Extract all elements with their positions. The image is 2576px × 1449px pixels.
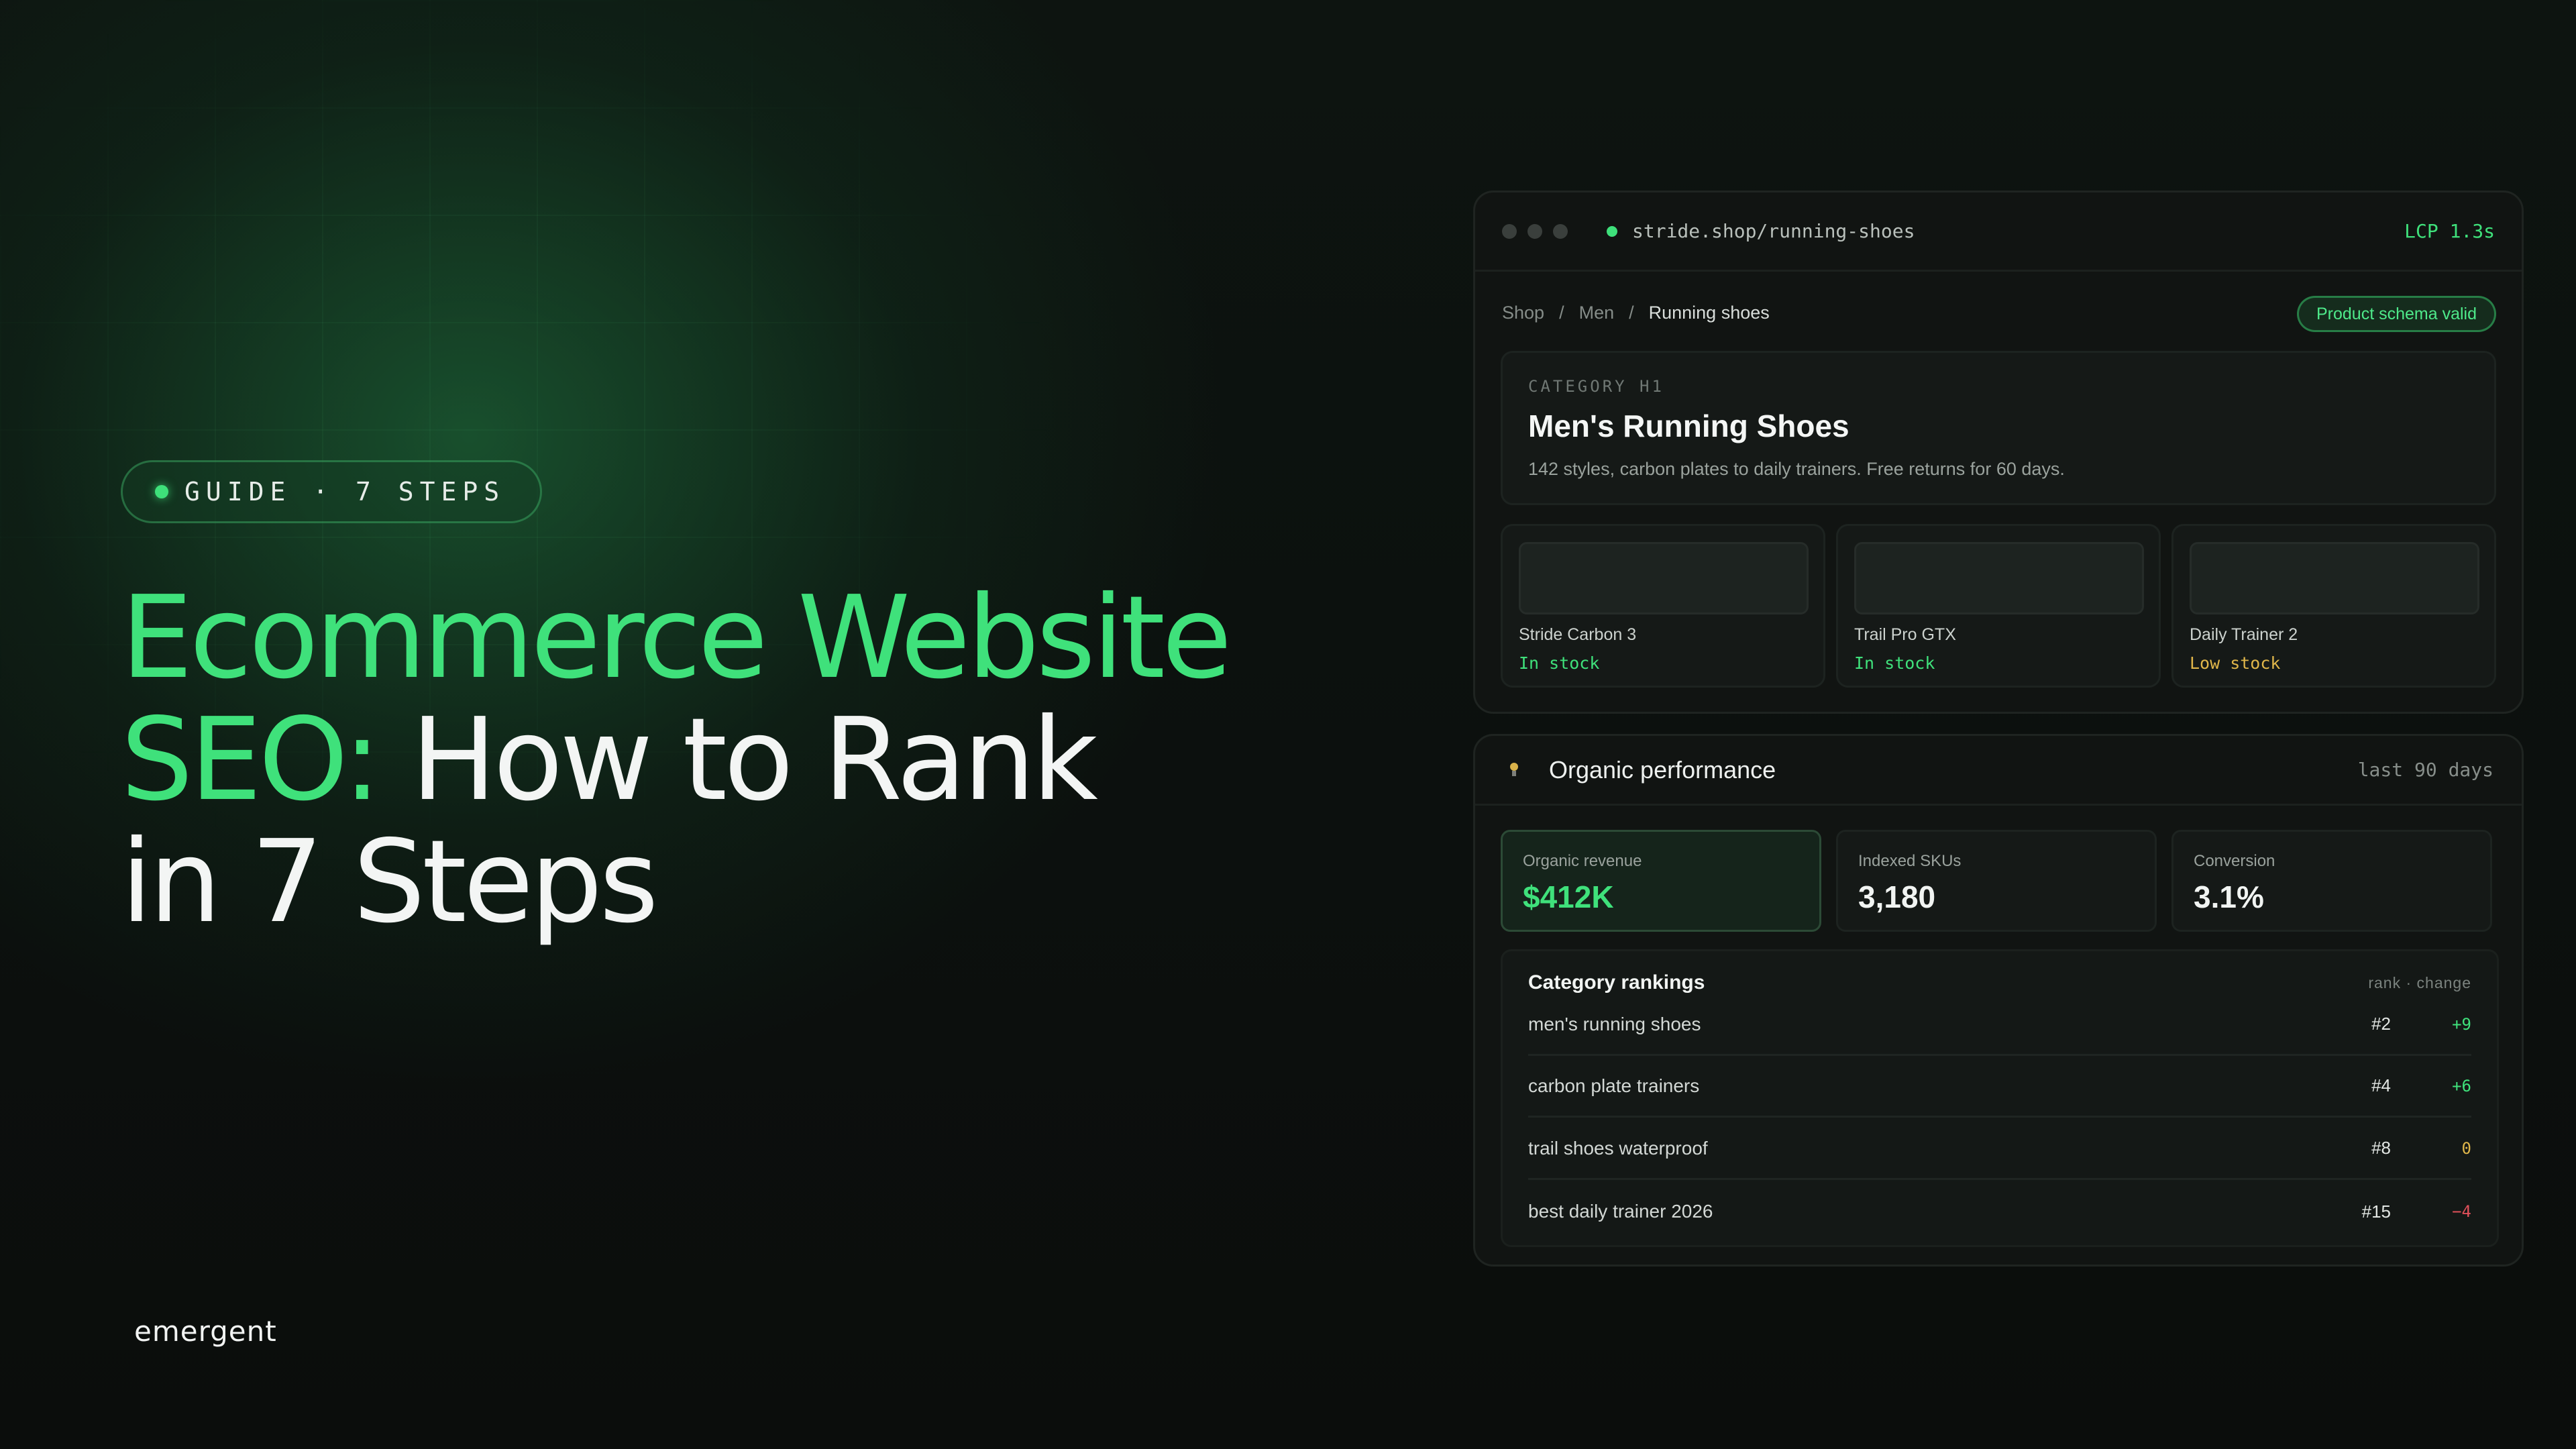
product-card[interactable]: Daily Trainer 2 Low stock (2171, 524, 2496, 688)
table-row[interactable]: best daily trainer 2026 #15 −4 (1528, 1181, 2471, 1242)
schema-status-badge: Product schema valid (2296, 296, 2496, 332)
metric-card-indexed-skus[interactable]: Indexed SKUs 3,180 (1836, 830, 2157, 932)
secure-status-icon (1607, 225, 1617, 237)
product-image-placeholder (2190, 542, 2479, 614)
window-close-icon[interactable] (1502, 223, 1517, 239)
stock-status: In stock (1519, 653, 1600, 673)
metric-card-conversion[interactable]: Conversion 3.1% (2171, 830, 2492, 932)
product-image-placeholder (1854, 542, 2144, 614)
table-row[interactable]: carbon plate trainers #4 +6 (1528, 1056, 2471, 1118)
rank-change: +9 (2452, 1014, 2471, 1034)
badge-label: GUIDE · 7 STEPS (184, 477, 506, 506)
h1-label: CATEGORY H1 (1528, 377, 1664, 396)
keyword: men's running shoes (1528, 1013, 1701, 1034)
stock-status: In stock (1854, 653, 1935, 673)
category-rankings-card: Category rankings rank · change men's ru… (1501, 949, 2499, 1247)
rank-value: #4 (2371, 1075, 2391, 1095)
product-name: Trail Pro GTX (1854, 625, 1956, 644)
breadcrumb-men[interactable]: Men (1579, 303, 1615, 323)
table-row[interactable]: trail shoes waterproof #8 0 (1528, 1118, 2471, 1180)
organic-performance-panel: Organic performance last 90 days Organic… (1473, 734, 2524, 1267)
hero-title-accent-1: Ecommerce Website (121, 572, 1232, 704)
emergent-logo: emergent (134, 1315, 277, 1348)
breadcrumb-separator: / (1629, 303, 1634, 323)
metric-label: Conversion (2194, 852, 2275, 870)
breadcrumb: Shop / Men / Running shoes (1502, 303, 1770, 323)
metric-card-organic-revenue[interactable]: Organic revenue $412K (1501, 830, 1821, 932)
hero-title-rest-2: in 7 Steps (121, 816, 659, 949)
browser-address-bar: stride.shop/running-shoes LCP 1.3s (1475, 193, 2522, 272)
category-description: 142 styles, carbon plates to daily train… (1528, 459, 2065, 479)
rank-change: −4 (2452, 1202, 2471, 1221)
rankings-column-header: rank · change (2368, 974, 2471, 991)
category-title: Men's Running Shoes (1528, 409, 1849, 443)
hero-title-rest-1: How to Rank (411, 694, 1097, 826)
rank-change: +6 (2452, 1076, 2471, 1095)
product-name: Stride Carbon 3 (1519, 625, 1637, 644)
window-minimize-icon[interactable] (1527, 223, 1542, 239)
category-h1-card: CATEGORY H1 Men's Running Shoes 142 styl… (1501, 351, 2496, 505)
metric-label: Organic revenue (1523, 852, 1642, 870)
background-grid (0, 0, 1409, 1140)
date-range-selector[interactable]: last 90 days (2358, 759, 2493, 781)
product-card[interactable]: Trail Pro GTX In stock (1836, 524, 2161, 688)
rank-value: #8 (2371, 1138, 2391, 1158)
product-name: Daily Trainer 2 (2190, 625, 2298, 644)
window-maximize-icon[interactable] (1553, 223, 1568, 239)
rankings-title: Category rankings (1528, 971, 1705, 994)
breadcrumb-separator: / (1559, 303, 1564, 323)
keyword: best daily trainer 2026 (1528, 1201, 1713, 1222)
lcp-metric: LCP 1.3s (2404, 220, 2495, 242)
breadcrumb-shop[interactable]: Shop (1502, 303, 1544, 323)
rank-value: #2 (2371, 1014, 2391, 1034)
product-card[interactable]: Stride Carbon 3 In stock (1501, 524, 1825, 688)
keyword: trail shoes waterproof (1528, 1137, 1708, 1159)
performance-title: Organic performance (1549, 755, 1776, 784)
table-row[interactable]: men's running shoes #2 +9 (1528, 994, 2471, 1056)
browser-preview-panel: stride.shop/running-shoes LCP 1.3s Shop … (1473, 191, 2524, 714)
rank-value: #15 (2361, 1201, 2391, 1222)
metric-label: Indexed SKUs (1858, 852, 1962, 870)
metric-value: 3,180 (1858, 879, 1936, 914)
hero-title: Ecommerce Website SEO: How to Rank in 7 … (121, 577, 1328, 943)
performance-header: Organic performance last 90 days (1475, 736, 2522, 806)
stock-status: Low stock (2190, 653, 2281, 673)
keyword: carbon plate trainers (1528, 1075, 1700, 1096)
url-text[interactable]: stride.shop/running-shoes (1632, 220, 1915, 242)
guide-badge: GUIDE · 7 STEPS (121, 460, 543, 523)
lightbulb-icon (1509, 762, 1519, 777)
status-dot-icon (155, 485, 168, 498)
breadcrumb-current: Running shoes (1648, 303, 1770, 323)
metric-value: 3.1% (2194, 879, 2264, 914)
hero-title-accent-2: SEO: (121, 694, 381, 826)
product-image-placeholder (1519, 542, 1809, 614)
metric-value: $412K (1523, 879, 1614, 914)
rank-change: 0 (2461, 1138, 2471, 1158)
